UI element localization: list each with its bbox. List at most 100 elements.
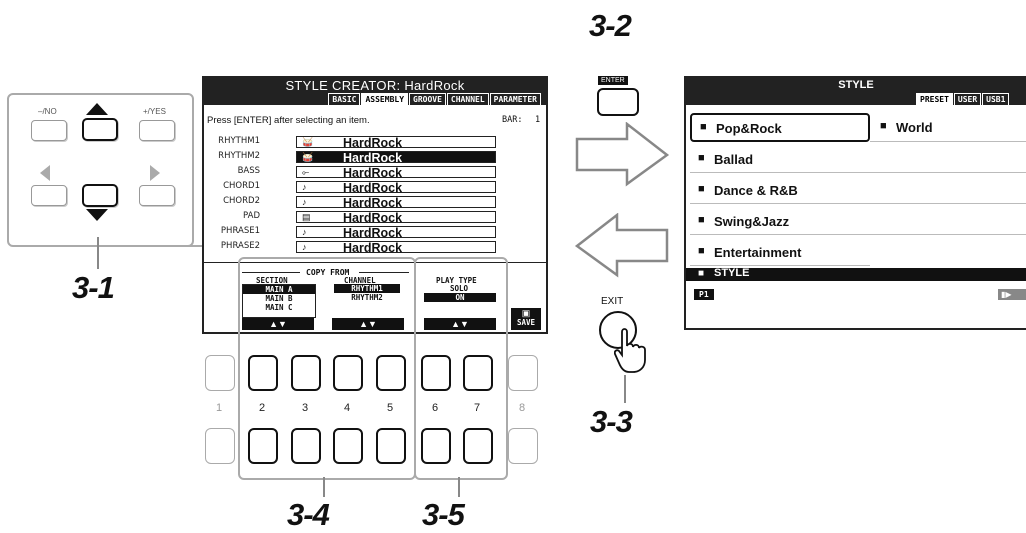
part-value: HardRock <box>343 241 403 255</box>
folder-icon: ■ <box>698 152 705 164</box>
panel-button-number: 1 <box>216 402 223 414</box>
instruction-text: Press [ENTER] after selecting an item. <box>207 115 370 126</box>
tab-assembly[interactable]: ASSEMBLY <box>361 93 409 105</box>
panel-button-7-lower[interactable] <box>463 428 493 464</box>
enter-button[interactable] <box>597 88 639 116</box>
left-button[interactable] <box>31 185 67 206</box>
style-select-screen: STYLE PRESET USER USB1 ■ Pop&Rock ■ Ballad… <box>684 76 1026 330</box>
up-arrow-icon <box>86 103 108 115</box>
pressing-hand-icon <box>614 328 646 373</box>
down-arrow-icon <box>86 209 108 221</box>
tab-channel[interactable]: CHANNEL <box>446 93 489 105</box>
callout-3-5: 3-5 <box>422 497 465 532</box>
part-label: PHRASE1 <box>220 226 260 236</box>
path-bar: ■ STYLE <box>686 267 1026 281</box>
part-value: HardRock <box>343 166 403 180</box>
part-row[interactable]: RHYTHM1 🥁 HardRock <box>218 136 522 150</box>
style-category[interactable]: ■ Dance & R&B <box>690 175 870 204</box>
panel-button-6-upper[interactable] <box>421 355 451 391</box>
style-category[interactable]: ■ Entertainment <box>690 237 870 266</box>
panel-button-3-upper[interactable] <box>291 355 321 391</box>
path-label: STYLE <box>714 267 750 279</box>
tab-groove[interactable]: GROOVE <box>409 93 446 105</box>
exit-label: EXIT <box>601 296 624 307</box>
style-tab-row: PRESET USER USB1 <box>916 87 1010 105</box>
part-row[interactable]: PHRASE2 ♪ HardRock <box>220 241 522 255</box>
tab-user[interactable]: USER <box>953 93 982 105</box>
part-value: HardRock <box>343 211 403 225</box>
callout-line-3-4 <box>323 477 325 497</box>
title-bar: STYLE CREATOR: HardRock BASIC ASSEMBLY GRO… <box>204 78 546 105</box>
style-category-selected[interactable]: ■ Pop&Rock <box>690 113 870 142</box>
yes-button[interactable] <box>139 120 175 141</box>
panel-button-1-upper[interactable] <box>205 355 235 391</box>
panel-button-2-lower[interactable] <box>248 428 278 464</box>
panel-button-number: 2 <box>259 402 266 414</box>
style-category[interactable]: ■ World <box>870 113 1026 142</box>
up-button[interactable] <box>82 118 118 141</box>
yes-label: +/YES <box>143 107 166 116</box>
right-button[interactable] <box>139 185 175 206</box>
style-category[interactable]: ■ Ballad <box>690 144 870 173</box>
guitar-icon: ♪ <box>302 182 307 192</box>
save-button[interactable]: ▣ SAVE <box>511 308 541 330</box>
style-category-label: Ballad <box>714 152 754 167</box>
part-row[interactable]: PHRASE1 ♪ HardRock <box>220 226 522 240</box>
part-value-box: ♪ HardRock <box>296 181 496 195</box>
style-category-label: Swing&Jazz <box>714 214 790 229</box>
tab-parameter[interactable]: PARAMETER <box>489 93 541 105</box>
style-category-label: Pop&Rock <box>716 121 782 136</box>
left-flow-arrow <box>574 213 669 278</box>
no-button[interactable] <box>31 120 67 141</box>
bar-value: 1 <box>535 115 541 125</box>
enter-label: ENTER <box>598 76 628 85</box>
panel-button-number: 8 <box>519 402 526 414</box>
panel-button-1-lower[interactable] <box>205 428 235 464</box>
panel-button-4-lower[interactable] <box>333 428 363 464</box>
no-label: –/NO <box>38 107 57 116</box>
part-row[interactable]: CHORD2 ♪ HardRock <box>222 196 522 210</box>
tab-basic[interactable]: BASIC <box>328 93 361 105</box>
panel-button-8-lower[interactable] <box>508 428 538 464</box>
tab-preset[interactable]: PRESET <box>916 93 953 105</box>
part-label: RHYTHM2 <box>218 151 260 161</box>
style-empty-slot <box>870 144 1026 173</box>
scroll-indicator-icon[interactable]: ▮▶ <box>998 289 1026 300</box>
folder-icon: ■ <box>698 245 705 257</box>
panel-button-number: 5 <box>387 402 394 414</box>
part-row[interactable]: CHORD1 ♪ HardRock <box>222 181 522 195</box>
part-label: BASS <box>237 166 260 176</box>
down-button[interactable] <box>82 184 118 207</box>
part-value-box: 🥁 HardRock <box>296 151 496 165</box>
part-label: PAD <box>243 211 260 221</box>
part-label: PHRASE2 <box>220 241 260 251</box>
panel-button-2-upper[interactable] <box>248 355 278 391</box>
part-row[interactable]: PAD ▤ HardRock <box>222 211 522 225</box>
style-list-right: ■ World <box>870 113 1026 268</box>
panel-button-5-upper[interactable] <box>376 355 406 391</box>
part-list: RHYTHM1 🥁 HardRock RHYTHM2 🥁 HardRock BASS… <box>218 136 522 258</box>
style-list-left: ■ Pop&Rock ■ Ballad ■ Dance & R&B ■ Swin… <box>690 113 870 268</box>
page-label[interactable]: P1 <box>694 289 714 300</box>
left-arrow-icon <box>40 165 50 181</box>
style-category-label: World <box>896 120 933 135</box>
part-value-box: 🥁 HardRock <box>296 136 496 150</box>
bar-label: BAR: <box>502 115 523 125</box>
part-row-selected[interactable]: RHYTHM2 🥁 HardRock <box>218 151 522 165</box>
part-value-box: ♪ HardRock <box>296 196 496 210</box>
style-category[interactable]: ■ Swing&Jazz <box>690 206 870 235</box>
folder-icon: ■ <box>698 268 705 279</box>
panel-button-7-upper[interactable] <box>463 355 493 391</box>
panel-button-5-lower[interactable] <box>376 428 406 464</box>
tab-usb1[interactable]: USB1 <box>982 93 1010 105</box>
nav-panel-frame <box>7 93 194 247</box>
panel-button-8-upper[interactable] <box>508 355 538 391</box>
disk-icon: ▣ <box>521 308 531 318</box>
panel-button-4-upper[interactable] <box>333 355 363 391</box>
panel-button-3-lower[interactable] <box>291 428 321 464</box>
part-value: HardRock <box>343 196 403 210</box>
part-row[interactable]: BASS ⟜ HardRock <box>222 166 522 180</box>
part-value: HardRock <box>343 151 403 165</box>
folder-icon: ■ <box>698 214 705 226</box>
panel-button-6-lower[interactable] <box>421 428 451 464</box>
